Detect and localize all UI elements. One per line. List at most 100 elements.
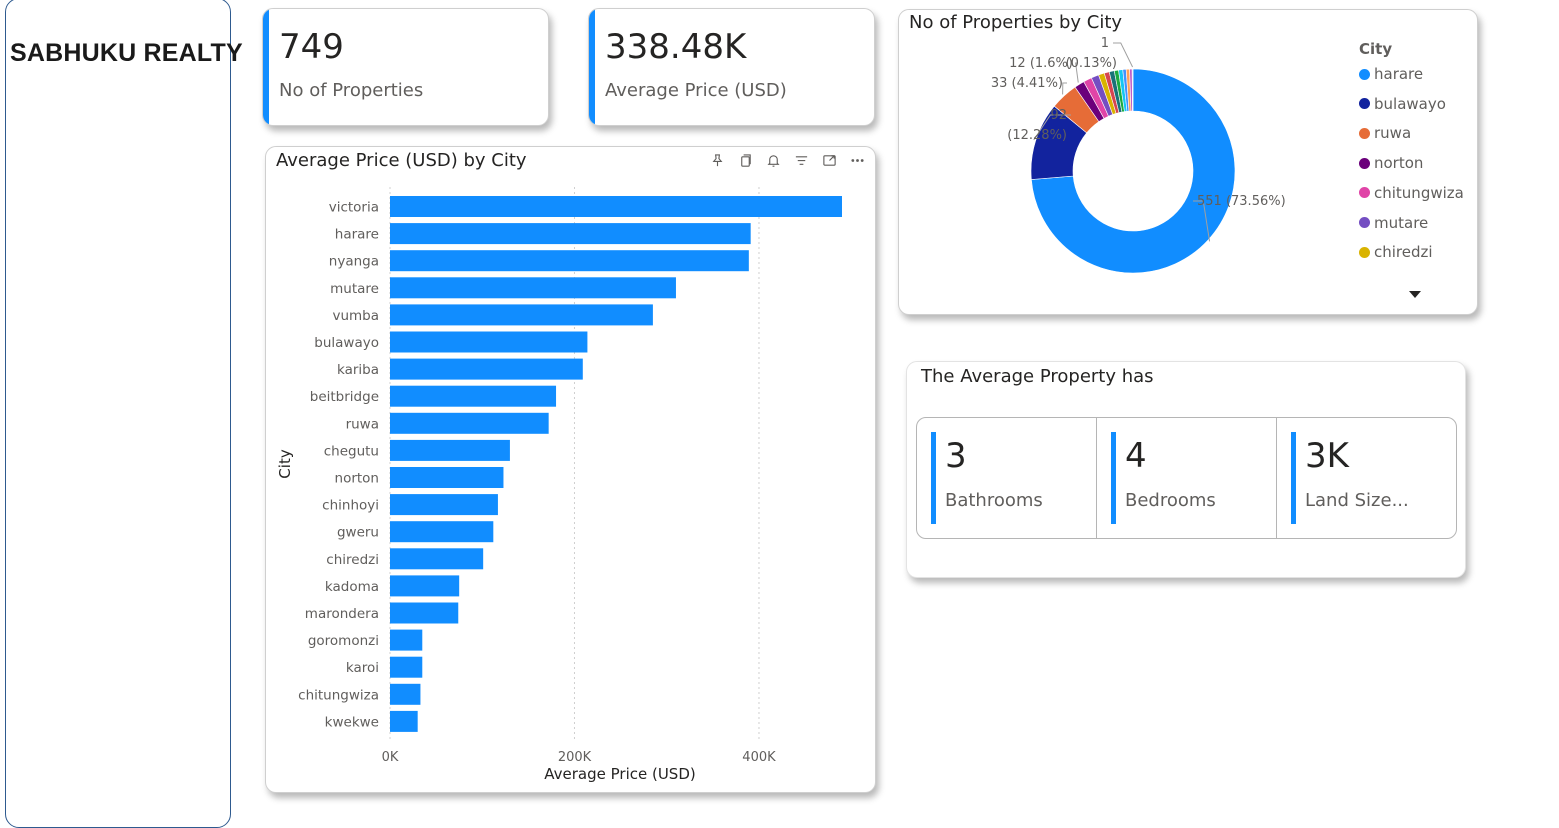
donut-data-label: 92 [1050, 108, 1067, 123]
bar-chegutu[interactable] [390, 439, 510, 461]
y-category-label: norton [335, 471, 379, 487]
y-category-label: gweru [337, 525, 379, 541]
y-category-label: harare [335, 227, 379, 243]
stat-bathrooms[interactable]: 3 Bathrooms [917, 418, 1097, 538]
legend-label: chiredzi [1374, 243, 1433, 262]
kpi-card-properties[interactable]: 749 No of Properties [262, 8, 549, 126]
legend-item-norton[interactable]: norton [1359, 154, 1423, 172]
y-category-label: nyanga [329, 254, 379, 270]
x-tick-label: 400K [742, 750, 776, 765]
bar-goromonzi[interactable] [390, 629, 423, 651]
stat-accent-bar [1291, 432, 1296, 524]
donut-data-label: (0.13%) [1066, 56, 1117, 71]
y-category-label: chitungwiza [298, 687, 379, 703]
stat-value: 3 [945, 436, 967, 476]
legend-item-chiredzi[interactable]: chiredzi [1359, 243, 1433, 261]
legend-dot-icon [1359, 68, 1370, 80]
bar-ruwa[interactable] [390, 412, 549, 434]
bar-kwekwe[interactable] [390, 710, 418, 732]
legend-title: City [1359, 40, 1393, 58]
legend-label: ruwa [1374, 124, 1412, 143]
legend-label: harare [1374, 65, 1424, 83]
bar-bulawayo[interactable] [390, 331, 588, 353]
legend-label: bulawayo [1374, 94, 1446, 113]
kpi-value: 338.48K [605, 27, 747, 67]
bar-karoi[interactable] [390, 656, 423, 678]
y-axis-title: City [276, 449, 294, 479]
stat-value: 3K [1305, 436, 1349, 476]
kpi-accent-bar [589, 9, 595, 125]
legend-label: chitungwiza [1374, 183, 1464, 202]
x-tick-label: 200K [558, 750, 592, 765]
legend-item-mutare[interactable]: mutare [1359, 214, 1428, 232]
y-category-label: bulawayo [314, 335, 379, 351]
bar-kariba[interactable] [390, 358, 583, 380]
stat-accent-bar [931, 432, 936, 524]
donut-chart-visual[interactable]: No of Properties by City 551 (73.56%) 92(… [898, 9, 1478, 315]
x-axis-title: Average Price (USD) [544, 765, 695, 783]
y-category-label: karoi [346, 660, 379, 676]
bar-mutare[interactable] [390, 277, 676, 299]
stat-bedrooms[interactable]: 4 Bedrooms [1097, 418, 1277, 538]
stat-label: Bathrooms [945, 490, 1043, 511]
bar-marondera[interactable] [390, 602, 459, 624]
legend-item-bulawayo[interactable]: bulawayo [1359, 95, 1446, 113]
kpi-label: No of Properties [279, 80, 424, 101]
stat-value: 4 [1125, 436, 1147, 476]
bar-chinhoyi[interactable] [390, 494, 498, 516]
kpi-label: Average Price (USD) [605, 80, 787, 101]
kpi-accent-bar [263, 9, 269, 125]
leader-line [1062, 82, 1067, 95]
stat-label: Land Size... [1305, 490, 1409, 511]
y-category-label: ruwa [346, 416, 379, 432]
legend-dot-icon [1359, 98, 1370, 110]
y-category-label: marondera [305, 606, 379, 622]
donut-data-label: (12.28%) [1007, 128, 1067, 143]
donut-data-label: 551 (73.56%) [1197, 194, 1286, 209]
app-title: SABHUKU REALTY [10, 39, 243, 67]
legend-label: mutare [1374, 213, 1429, 232]
legend-item-harare[interactable]: harare [1359, 65, 1423, 83]
donut-data-label: 1 [1101, 36, 1109, 51]
legend-more-arrow-icon[interactable] [1409, 291, 1421, 298]
bar-chart-visual[interactable]: Average Price (USD) by City victoria hara… [265, 146, 876, 793]
bar-chitungwiza[interactable] [390, 683, 421, 705]
y-category-label: goromonzi [308, 633, 379, 649]
bar-harare[interactable] [390, 223, 751, 245]
bar-vumba[interactable] [390, 304, 653, 326]
y-category-label: mutare [330, 281, 379, 297]
y-category-label: chiredzi [326, 552, 379, 568]
y-category-label: kwekwe [325, 714, 379, 730]
legend-label: norton [1374, 154, 1424, 173]
donut-chart: 551 (73.56%) 92 (12.28%) 33 (4.41%) 12 (1.6%… [991, 36, 1286, 274]
sidebar-panel: SABHUKU REALTY [5, 0, 243, 828]
section-title: The Average Property has [921, 366, 1154, 387]
y-category-label: kadoma [325, 579, 379, 595]
donut-slice-other-8[interactable] [1131, 68, 1134, 112]
bar-chiredzi[interactable] [390, 548, 484, 570]
y-category-label: kariba [337, 362, 379, 378]
legend-dot-icon [1359, 127, 1370, 139]
donut-data-label: 12 (1.6%) [1009, 56, 1073, 71]
bar-nyanga[interactable] [390, 250, 749, 272]
bar-gweru[interactable] [390, 521, 494, 543]
y-category-label: chegutu [324, 443, 379, 459]
x-tick-label: 0K [382, 750, 399, 765]
kpi-card-average-price[interactable]: 338.48K Average Price (USD) [588, 8, 875, 126]
kpi-value: 749 [279, 27, 344, 67]
y-category-label: beitbridge [310, 389, 379, 405]
y-category-label: chinhoyi [322, 498, 379, 514]
legend-item-chitungwiza[interactable]: chitungwiza [1359, 184, 1464, 202]
stat-land-size[interactable]: 3K Land Size... [1277, 418, 1456, 538]
y-category-label: vumba [332, 308, 379, 324]
bar-beitbridge[interactable] [390, 385, 557, 407]
legend-dot-icon [1359, 187, 1370, 199]
bar-norton[interactable] [390, 467, 504, 488]
bar-victoria[interactable] [390, 196, 842, 217]
y-category-label: victoria [329, 200, 379, 216]
stat-accent-bar [1111, 432, 1116, 524]
bar-kadoma[interactable] [390, 575, 460, 597]
average-property-stats: 3 Bathrooms 4 Bedrooms 3K Land Size... [916, 417, 1457, 539]
legend-item-ruwa[interactable]: ruwa [1359, 124, 1411, 142]
legend-dot-icon [1359, 246, 1370, 258]
